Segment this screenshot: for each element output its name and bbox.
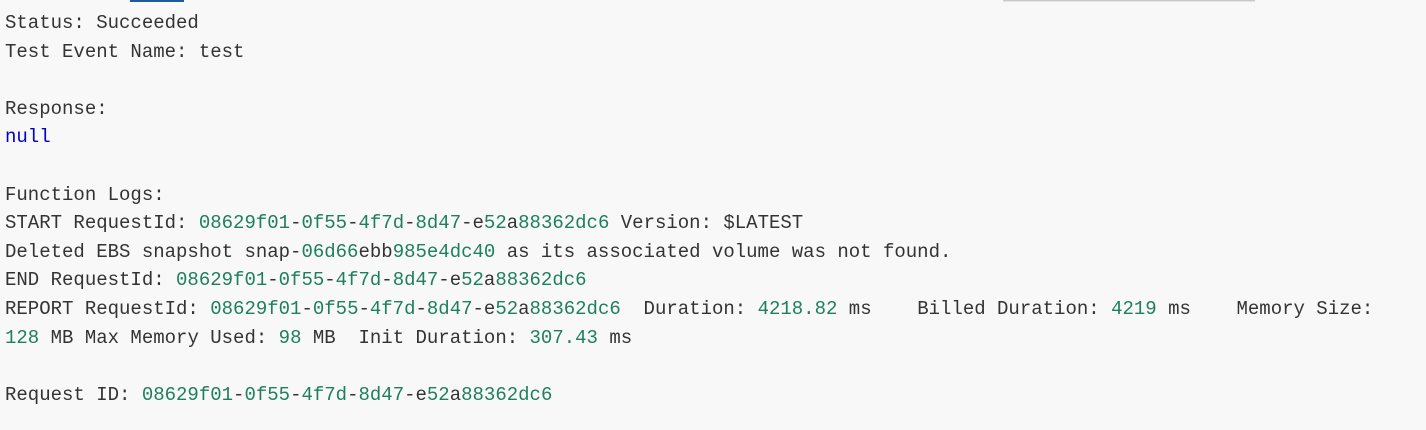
log-line: START RequestId: 08629f01-0f55-4f7d-8d47… [5,209,1373,238]
text-token: START RequestId: [5,212,199,235]
text-token: a [449,383,462,406]
number-token: 08629f01 [210,297,302,320]
text-token: -e [461,212,484,235]
log-line: null [5,123,1373,152]
execution-result-log: Status: Succeeded Test Event Name: test R… [5,9,1373,409]
partial-link-underline[interactable] [130,0,184,2]
keyword-token: null [5,126,51,149]
number-token: 0f55 [244,383,291,406]
number-token: 0f55 [312,297,359,320]
number-token: 4f7d [335,269,382,292]
text-token: Version: $LATEST [609,212,804,235]
number-token: 08629f01 [176,269,268,292]
text-token: Request ID: [5,383,142,406]
number-token: 52 [483,212,507,235]
number-token: 985e4dc40 [392,240,496,263]
text-token: - [347,212,359,235]
number-token: 88362dc6 [495,269,587,292]
text-token: a [518,297,530,320]
text-token: as its associated volume was not found. [495,240,952,263]
text-token: REPORT RequestId: [5,297,211,320]
number-token: 8d47 [415,212,462,235]
number-token: 4f7d [301,383,348,406]
log-line: Status: Succeeded [5,9,1373,38]
text-token: Response: [5,97,108,120]
text-token: - [415,297,427,320]
text-token: a [483,269,496,292]
text-token: Deleted EBS snapshot snap- [5,240,302,263]
number-token: 08629f01 [141,383,234,406]
log-line: Request ID: 08629f01-0f55-4f7d-8d47-e52a… [5,381,1373,410]
text-token: MB Init Duration: [301,326,530,349]
text-token: ms Memory Size: [1156,297,1374,320]
number-token: 0f55 [301,212,348,235]
text-token: Duration: [620,297,758,320]
number-token: 0f55 [278,269,325,292]
number-token: 52 [426,383,450,406]
text-token: - [404,212,416,235]
number-token: 4f7d [369,297,416,320]
number-token: 08629f01 [198,212,291,235]
text-token: - [347,383,359,406]
text-token: - [267,269,279,292]
text-token: - [381,269,393,292]
text-token: MB Max Memory Used: [39,326,279,349]
text-token: - [324,269,336,292]
log-line: Test Event Name: test [5,38,1373,67]
text-token: Test Event Name: test [5,40,245,63]
number-token: 06d66 [301,240,359,263]
number-token: 8d47 [426,297,473,320]
text-token: ms [597,326,633,349]
text-token: ebb [358,240,393,263]
text-token: - [358,297,370,320]
text-token: -e [404,383,427,406]
number-token: 88362dc6 [461,383,553,406]
number-token: 4218.82 [757,297,838,320]
text-token: a [506,212,519,235]
text-token: Function Logs: [5,183,165,206]
number-token: 4f7d [358,212,405,235]
text-token: ms Billed Duration: [837,297,1112,320]
log-line: Function Logs: [5,181,1373,210]
text-token: -e [438,269,462,292]
number-token: 98 [278,326,302,349]
number-token: 8d47 [392,269,439,292]
log-line: Deleted EBS snapshot snap-06d66ebb985e4d… [5,238,1373,267]
number-token: 88362dc6 [529,297,621,320]
number-token: 88362dc6 [518,212,610,235]
log-line: Response: [5,95,1373,124]
number-token: 8d47 [358,383,405,406]
number-token: 52 [461,269,484,292]
text-token: - [301,297,313,320]
text-token: - [233,383,245,406]
text-token: -e [472,297,496,320]
log-line: 128 MB Max Memory Used: 98 MB Init Durat… [5,324,1373,353]
number-token: 128 [5,326,40,349]
partial-panel-edge [1003,0,1255,2]
text-token: - [290,383,302,406]
number-token: 307.43 [529,326,598,349]
text-token: Status: Succeeded [5,12,199,34]
number-token: 4219 [1111,297,1157,320]
number-token: 52 [495,297,519,320]
text-token: - [290,212,302,235]
log-line: END RequestId: 08629f01-0f55-4f7d-8d47-e… [5,266,1373,295]
log-line: REPORT RequestId: 08629f01-0f55-4f7d-8d4… [5,295,1373,324]
text-token: END RequestId: [5,269,177,292]
